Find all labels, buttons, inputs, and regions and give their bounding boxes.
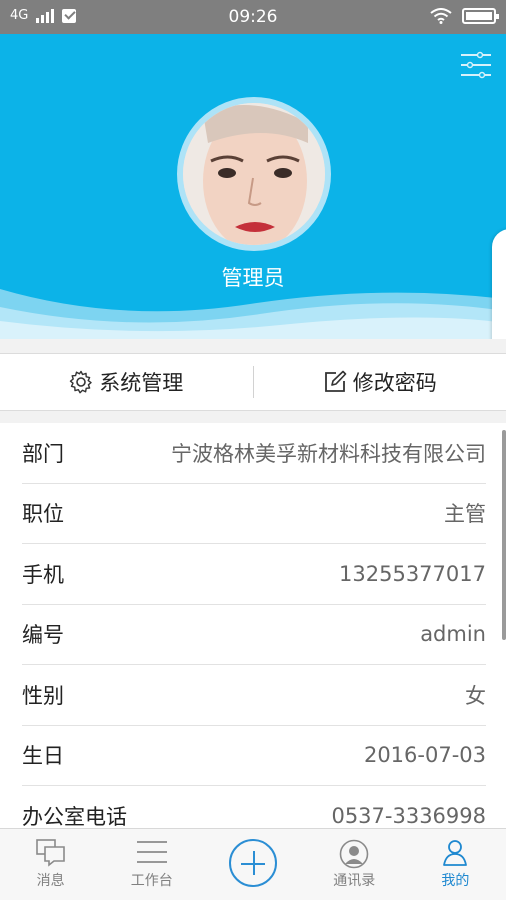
profile-info-list: 部门 宁波格林美孚新材料科技有限公司 职位 主管 手机 13255377017 … bbox=[0, 423, 506, 847]
row-label: 部门 bbox=[22, 441, 64, 466]
change-password-button[interactable]: 修改密码 bbox=[254, 354, 506, 410]
row-value: 女 bbox=[465, 683, 486, 708]
bottom-nav: 消息 工作台 通讯录 我的 bbox=[0, 828, 506, 900]
wifi-icon bbox=[430, 8, 452, 24]
contacts-icon bbox=[339, 839, 369, 869]
row-label: 编号 bbox=[22, 623, 64, 648]
nav-label: 工作台 bbox=[130, 873, 173, 889]
gear-icon bbox=[70, 370, 92, 394]
status-right bbox=[430, 8, 499, 24]
list-item-phone[interactable]: 手机 13255377017 bbox=[22, 544, 486, 605]
nav-label: 消息 bbox=[36, 873, 65, 889]
nav-item-mine[interactable]: 我的 bbox=[405, 829, 506, 900]
action-bar: 系统管理 修改密码 bbox=[0, 353, 506, 411]
nav-item-messages[interactable]: 消息 bbox=[0, 829, 101, 900]
nav-label: 我的 bbox=[441, 873, 470, 889]
list-item-position[interactable]: 职位 主管 bbox=[22, 484, 486, 544]
row-value: 13255377017 bbox=[339, 561, 486, 586]
message-icon bbox=[35, 839, 65, 867]
wave-decoration bbox=[0, 289, 506, 339]
plus-icon bbox=[229, 839, 277, 887]
battery-icon bbox=[462, 8, 499, 24]
row-value: 2016-07-03 bbox=[363, 743, 486, 768]
edit-icon bbox=[324, 370, 347, 392]
list-item-birthday[interactable]: 生日 2016-07-03 bbox=[22, 726, 486, 786]
user-icon bbox=[443, 840, 468, 866]
row-label: 职位 bbox=[22, 502, 64, 527]
row-label: 办公室电话 bbox=[22, 804, 127, 829]
system-management-button[interactable]: 系统管理 bbox=[0, 354, 253, 410]
row-label: 手机 bbox=[22, 562, 64, 587]
nav-item-workbench[interactable]: 工作台 bbox=[101, 829, 202, 900]
filter-settings-icon[interactable] bbox=[460, 51, 492, 79]
menu-icon bbox=[136, 841, 167, 863]
list-item-department[interactable]: 部门 宁波格林美孚新材料科技有限公司 bbox=[22, 423, 486, 484]
row-value: 宁波格林美孚新材料科技有限公司 bbox=[171, 441, 486, 466]
row-value: admin bbox=[420, 622, 486, 647]
change-password-label: 修改密码 bbox=[352, 371, 437, 395]
row-value: 主管 bbox=[444, 502, 486, 527]
list-item-employee-id[interactable]: 编号 admin bbox=[22, 605, 486, 665]
avatar[interactable] bbox=[177, 97, 331, 251]
avatar-portrait-icon bbox=[183, 103, 325, 245]
nav-item-add[interactable] bbox=[202, 829, 303, 900]
scrollbar[interactable] bbox=[502, 430, 506, 640]
nav-label: 通讯录 bbox=[333, 873, 376, 889]
row-value: 0537-3336998 bbox=[331, 803, 486, 828]
row-label: 性别 bbox=[22, 683, 64, 708]
nav-item-contacts[interactable]: 通讯录 bbox=[304, 829, 405, 900]
side-drawer-handle[interactable] bbox=[492, 229, 506, 339]
status-bar: 4G 09:26 bbox=[0, 0, 506, 34]
profile-header: 管理员 bbox=[0, 34, 506, 339]
list-item-gender[interactable]: 性别 女 bbox=[22, 665, 486, 726]
system-management-label: 系统管理 bbox=[99, 371, 184, 395]
row-label: 生日 bbox=[22, 744, 64, 769]
